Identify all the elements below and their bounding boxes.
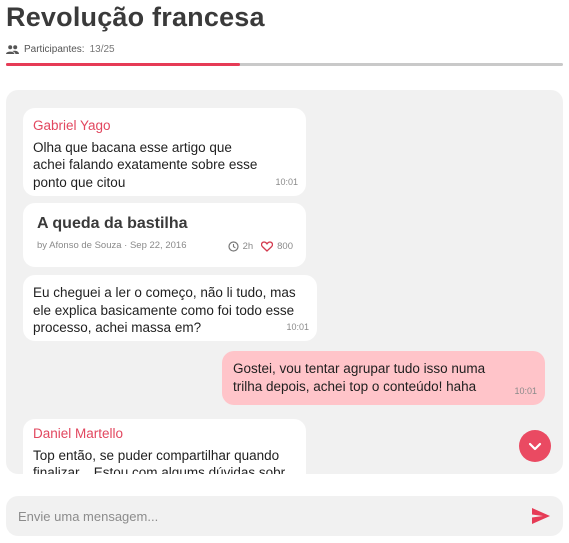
message-time: 10:01 [286, 321, 309, 332]
message-line: achei falando exatamente sobre esse [33, 157, 258, 172]
message-bubble-daniel: Daniel Martello Top então, se puder comp… [23, 419, 306, 474]
clock-icon [227, 241, 239, 252]
message-line: Gostei, vou tentar agrupar tudo isso num… [233, 361, 486, 376]
own-message-bubble: Gostei, vou tentar agrupar tudo isso num… [222, 351, 545, 405]
message-time: 10:01 [275, 176, 298, 187]
message-line: Eu cheguei a ler o começo, não li tudo, … [33, 285, 296, 300]
article-meta: by Afonso de Souza · Sep 22, 2016 [37, 239, 187, 251]
message-bubble-gabriel: Gabriel Yago Olha que bacana esse artigo… [23, 108, 306, 196]
participants-info: Participantes: 13/25 [6, 44, 115, 55]
article-title: A queda da bastilha [37, 215, 188, 232]
progress-fill [6, 63, 240, 66]
send-icon[interactable] [531, 507, 551, 525]
chat-area[interactable]: Gabriel Yago Olha que bacana esse artigo… [6, 90, 563, 474]
message-sender: Gabriel Yago [33, 118, 111, 133]
message-line: Olha que bacana esse artigo que [33, 139, 232, 155]
people-icon [6, 45, 19, 54]
chat-title: Revolução francesa [6, 2, 265, 32]
participants-label: Participantes: [24, 44, 85, 55]
message-sender: Daniel Martello [33, 426, 124, 441]
message-composer [6, 496, 563, 536]
message-line: ele explica basicamente como foi todo es… [33, 302, 295, 318]
message-input[interactable] [6, 496, 516, 536]
message-line: processo, achei massa em? [33, 320, 202, 335]
participants-progress-bar [6, 63, 563, 66]
message-time: 10:01 [514, 385, 537, 396]
scroll-to-bottom-button[interactable] [519, 430, 551, 462]
article-card[interactable]: A queda da bastilha by Afonso de Souza ·… [23, 203, 306, 267]
chevron-down-icon [528, 442, 542, 450]
message-line: trilha depois, achei top o conteúdo! hah… [233, 378, 477, 394]
article-read-time: 2h [242, 240, 254, 252]
message-bubble: Eu cheguei a ler o começo, não li tudo, … [23, 275, 317, 341]
participants-count: 13/25 [89, 44, 115, 55]
message-line: ponto que citou [33, 174, 126, 190]
article-stats: 2h 800 [227, 238, 293, 256]
article-likes: 800 [277, 240, 293, 252]
message-line: Top então, se puder compartilhar quando [33, 447, 280, 463]
heart-icon[interactable] [261, 241, 274, 252]
message-line: finalizar... Estou com algums dúvidas so… [33, 465, 286, 474]
